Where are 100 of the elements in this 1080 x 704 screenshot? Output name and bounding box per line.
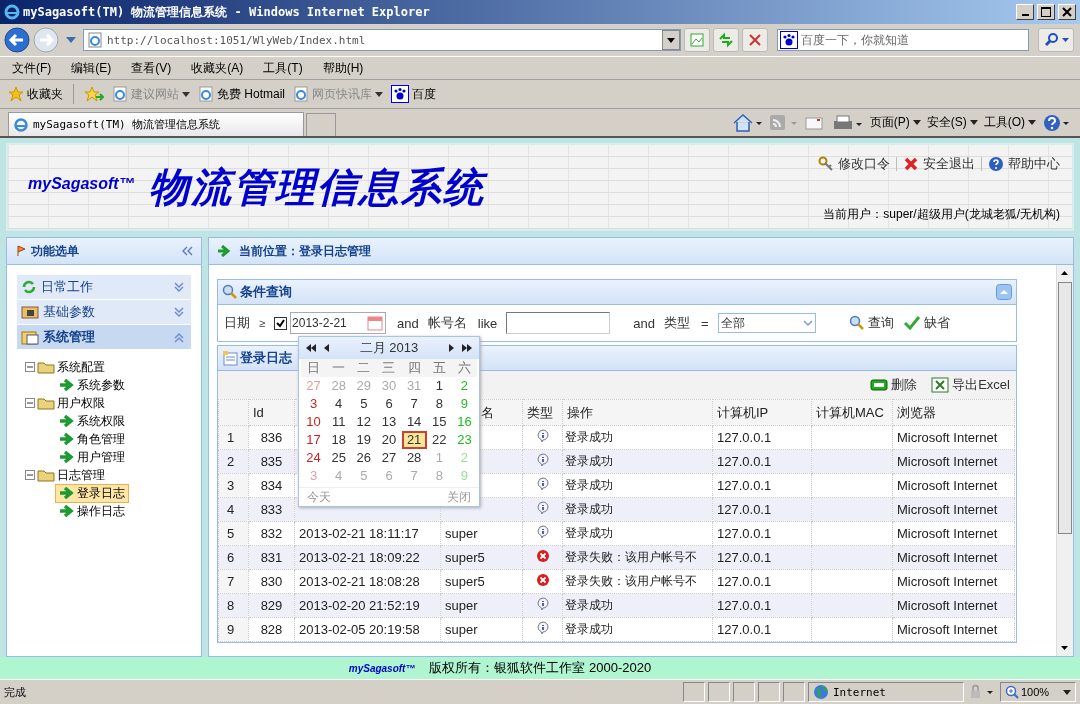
- caret-icon: [1061, 38, 1069, 42]
- search-button[interactable]: 查询: [848, 314, 894, 332]
- scroll-thumb[interactable]: [1058, 282, 1072, 534]
- calendar-day[interactable]: 14: [401, 413, 427, 431]
- favorite-link[interactable]: 免费 Hotmail: [198, 85, 285, 103]
- info-icon: [535, 501, 550, 515]
- menu-item[interactable]: 收藏夹(A): [191, 59, 244, 77]
- tree-toggle-icon[interactable]: [25, 362, 35, 372]
- sidebar-title: 功能选单: [15, 242, 79, 260]
- next-month-icon[interactable]: [447, 343, 455, 353]
- accordion-header[interactable]: 日常工作: [17, 275, 191, 300]
- search-box[interactable]: 百度一下，你就知道: [777, 29, 1029, 51]
- calendar-day[interactable]: 22: [426, 431, 452, 449]
- command-menu[interactable]: 工具(O): [983, 114, 1036, 131]
- reset-button[interactable]: 缺省: [902, 314, 950, 332]
- tree-item[interactable]: 系统参数: [55, 375, 129, 395]
- refresh-button[interactable]: [713, 28, 739, 52]
- calendar-day[interactable]: 18: [326, 431, 352, 449]
- home-icon[interactable]: [731, 112, 762, 133]
- tree-toggle-icon[interactable]: [25, 398, 35, 408]
- calendar-day[interactable]: 4: [326, 395, 352, 413]
- arrow-icon: [217, 245, 231, 257]
- export-button[interactable]: 导出Excel: [931, 376, 1010, 394]
- table-cell: Microsoft Internet: [892, 425, 1015, 450]
- previous-year-icon[interactable]: [305, 343, 317, 353]
- date-field[interactable]: 2013-2-21: [290, 312, 387, 334]
- calendar-day[interactable]: 3: [301, 395, 327, 413]
- calendar-day[interactable]: 12: [351, 413, 377, 431]
- menu-item[interactable]: 文件(F): [12, 59, 52, 77]
- tree-item[interactable]: 角色管理: [55, 429, 129, 449]
- zoom-control[interactable]: 100%: [1000, 682, 1076, 702]
- caret-icon[interactable]: [66, 37, 76, 43]
- previous-month-icon[interactable]: [323, 343, 331, 353]
- column-header: 操作: [562, 399, 713, 426]
- calendar-icon[interactable]: [367, 315, 384, 331]
- date-checkbox[interactable]: [274, 316, 288, 330]
- header-link[interactable]: 帮助中心: [988, 155, 1060, 173]
- calendar-day[interactable]: 1: [426, 377, 452, 395]
- calendar-day[interactable]: 5: [351, 395, 377, 413]
- type-select[interactable]: 全部: [717, 313, 816, 333]
- calendar-day[interactable]: 26: [351, 449, 377, 467]
- calendar-day[interactable]: 11: [326, 413, 352, 431]
- calendar-day[interactable]: 6: [376, 395, 402, 413]
- calendar-day[interactable]: 19: [351, 431, 377, 449]
- table-cell: 登录成功: [562, 521, 713, 546]
- calendar-day[interactable]: 25: [326, 449, 352, 467]
- spreadsheet-icon: [931, 377, 950, 393]
- close-button[interactable]: [1058, 4, 1076, 20]
- copyright-text: 版权所有：银狐软件工作室 2000-2020: [429, 659, 652, 677]
- address-field[interactable]: http://localhost:1051/WlyWeb/Index.html: [83, 29, 681, 51]
- type-label: 类型: [663, 314, 690, 332]
- menu-item[interactable]: 查看(V): [131, 59, 172, 77]
- calendar-day[interactable]: 13: [376, 413, 402, 431]
- back-button[interactable]: [4, 27, 30, 53]
- command-menu[interactable]: 页面(P): [869, 114, 921, 131]
- menu-item[interactable]: 编辑(E): [71, 59, 112, 77]
- menu-item[interactable]: 工具(T): [263, 59, 303, 77]
- search-icon: [1043, 32, 1060, 48]
- tree-item[interactable]: 系统配置: [57, 358, 105, 376]
- row-number: 4: [218, 497, 249, 522]
- tree-item[interactable]: 日志管理: [57, 466, 105, 484]
- tree-item[interactable]: 用户管理: [55, 447, 129, 467]
- menu-item[interactable]: 帮助(H): [322, 59, 364, 77]
- weekday-label: 六: [451, 359, 477, 377]
- tree-toggle-icon[interactable]: [25, 470, 35, 480]
- calendar-day[interactable]: 7: [401, 395, 427, 413]
- calendar-day[interactable]: 24: [301, 449, 327, 467]
- calendar-day[interactable]: 17: [301, 431, 327, 449]
- caret-icon: [182, 91, 190, 97]
- calendar-day[interactable]: 28: [401, 449, 427, 467]
- tree-item[interactable]: 系统权限: [55, 411, 129, 431]
- tree-item[interactable]: 操作日志: [55, 501, 129, 521]
- collapse-button[interactable]: [996, 284, 1012, 300]
- favorites-button[interactable]: 收藏夹: [8, 85, 63, 103]
- tree-item[interactable]: 登录日志: [55, 483, 129, 503]
- accordion-header[interactable]: 系统管理: [17, 325, 191, 350]
- calendar-day[interactable]: 10: [301, 413, 327, 431]
- browser-tab[interactable]: mySagasoft(TM) 物流管理信息系统: [8, 112, 304, 136]
- accordion-header[interactable]: 基础参数: [17, 300, 191, 325]
- dropdown-button[interactable]: [662, 30, 680, 50]
- calendar-day[interactable]: 20: [376, 431, 402, 449]
- search-button[interactable]: [1038, 28, 1074, 52]
- delete-button[interactable]: 删除: [870, 376, 918, 394]
- header-link[interactable]: 修改口令: [818, 155, 890, 173]
- command-menu[interactable]: 安全(S): [926, 114, 978, 131]
- tree-item[interactable]: 用户权限: [57, 394, 105, 412]
- star-icon: [8, 86, 24, 102]
- stop-button[interactable]: [742, 28, 768, 52]
- collapse-icon[interactable]: [181, 246, 193, 256]
- help-icon[interactable]: [1042, 112, 1072, 133]
- favorite-link[interactable]: 百度: [391, 85, 436, 103]
- refresh-icon: [718, 32, 734, 48]
- account-field[interactable]: [506, 312, 611, 334]
- maximize-button[interactable]: [1037, 4, 1055, 20]
- calendar-day[interactable]: 27: [376, 449, 402, 467]
- scrollbar[interactable]: [1056, 265, 1073, 656]
- next-year-icon[interactable]: [461, 343, 473, 353]
- header-link[interactable]: 安全退出: [903, 155, 975, 173]
- minimize-button[interactable]: [1016, 4, 1034, 20]
- calendar-day[interactable]: 21: [401, 431, 427, 449]
